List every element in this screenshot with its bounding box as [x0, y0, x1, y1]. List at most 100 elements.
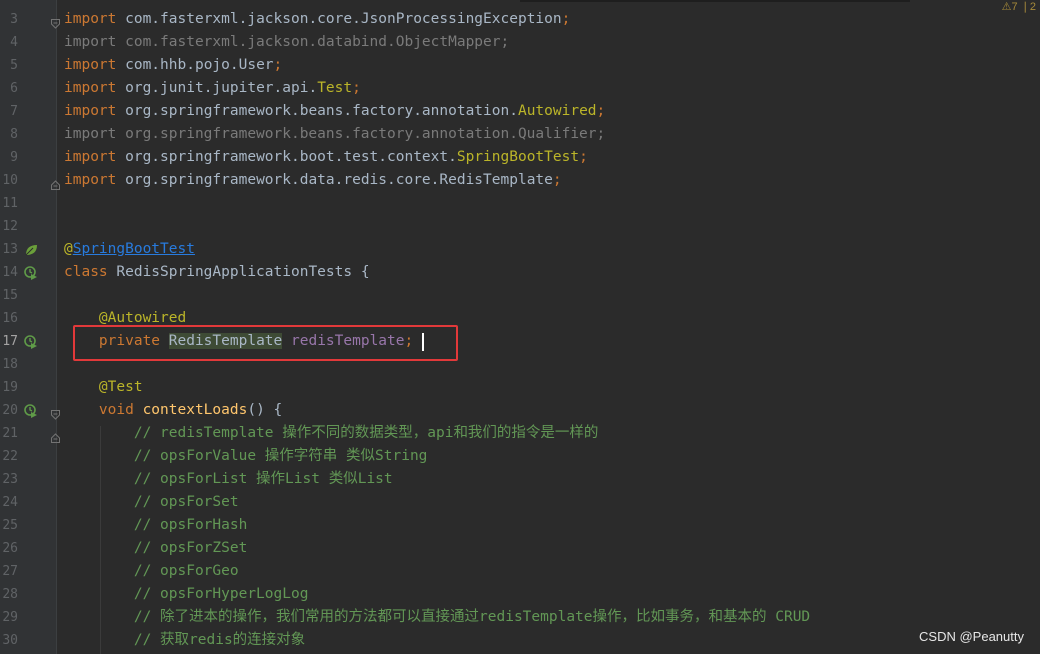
line-number[interactable]: 30 — [0, 629, 18, 652]
code-text[interactable]: import org.springframework.beans.factory… — [64, 100, 605, 123]
code-text[interactable]: import org.springframework.boot.test.con… — [64, 146, 588, 169]
line-number[interactable]: 14 — [0, 261, 18, 284]
token-kw: ; — [561, 11, 571, 27]
code-line[interactable]: 23 // opsForList 操作List 类似List — [0, 468, 1040, 491]
fold-close-icon[interactable] — [51, 428, 60, 443]
code-line[interactable]: 28 // opsForHyperLogLog — [0, 583, 1040, 606]
code-text[interactable]: // 获取redis的连接对象 — [64, 629, 305, 652]
line-number[interactable]: 17 — [0, 330, 18, 353]
code-line[interactable]: 12 — [0, 215, 1040, 238]
line-number[interactable]: 11 — [0, 192, 18, 215]
line-number[interactable]: 22 — [0, 445, 18, 468]
code-line[interactable]: 15 — [0, 284, 1040, 307]
code-line[interactable]: 24 // opsForSet — [0, 491, 1040, 514]
code-line[interactable]: 22 // opsForValue 操作字符串 类似String — [0, 445, 1040, 468]
line-number[interactable]: 24 — [0, 491, 18, 514]
code-text[interactable]: // 除了进本的操作，我们常用的方法都可以直接通过redisTemplate操作… — [64, 606, 810, 629]
code-line[interactable]: 26 // opsForZSet — [0, 537, 1040, 560]
line-number[interactable]: 7 — [0, 100, 18, 123]
code-text[interactable]: @SpringBootTest — [64, 238, 195, 261]
code-line[interactable]: 7 import org.springframework.beans.factor… — [0, 100, 1040, 123]
line-number[interactable]: 23 — [0, 468, 18, 491]
code-text[interactable]: class RedisSpringApplicationTests { — [64, 261, 370, 284]
code-editor[interactable]: 3 import com.fasterxml.jackson.core.JsonP… — [0, 0, 1040, 654]
code-text[interactable]: import com.fasterxml.jackson.core.JsonPr… — [64, 8, 570, 31]
run-icon[interactable] — [24, 265, 38, 280]
token-fn: contextLoads — [142, 402, 248, 418]
line-number[interactable]: 18 — [0, 353, 18, 376]
code-text[interactable]: // opsForHash — [64, 514, 248, 537]
code-text[interactable]: import org.springframework.beans.factory… — [64, 123, 605, 146]
line-number[interactable]: 13 — [0, 238, 18, 261]
code-line[interactable]: 27 // opsForGeo — [0, 560, 1040, 583]
code-text[interactable]: import org.springframework.data.redis.co… — [64, 169, 562, 192]
token-ann-link: SpringBootTest — [72, 241, 195, 257]
code-line[interactable]: 13 @SpringBootTest — [0, 238, 1040, 261]
token-kw: ; — [596, 103, 606, 119]
inspection-indicator[interactable]: ⚠7 ❘2 — [1002, 0, 1036, 13]
code-text[interactable]: // redisTemplate 操作不同的数据类型，api和我们的指令是一样的 — [64, 422, 599, 445]
token-kw: ; — [579, 149, 588, 165]
line-number[interactable]: 9 — [0, 146, 18, 169]
line-number[interactable]: 27 — [0, 560, 18, 583]
code-text[interactable]: // opsForHyperLogLog — [64, 583, 309, 606]
code-text[interactable]: void contextLoads() { — [64, 399, 282, 422]
line-number[interactable]: 25 — [0, 514, 18, 537]
fold-open-icon[interactable] — [51, 405, 60, 420]
token-text: com.fasterxml.jackson.core.JsonProcessin… — [116, 11, 562, 27]
code-text[interactable]: // opsForSet — [64, 491, 239, 514]
code-line[interactable]: 5 import com.hhb.pojo.User; — [0, 54, 1040, 77]
run-icon[interactable] — [24, 403, 38, 418]
code-text[interactable]: // opsForValue 操作字符串 类似String — [64, 445, 428, 468]
token-ann: @Autowired — [98, 310, 187, 326]
line-number[interactable]: 10 — [0, 169, 18, 192]
line-number[interactable]: 5 — [0, 54, 18, 77]
code-line[interactable]: 11 — [0, 192, 1040, 215]
line-number[interactable]: 6 — [0, 77, 18, 100]
token-cmt: // opsForValue 操作字符串 类似String — [133, 448, 428, 464]
code-line[interactable]: 20 void contextLoads() { — [0, 399, 1040, 422]
line-number[interactable]: 19 — [0, 376, 18, 399]
code-text[interactable]: // opsForGeo — [64, 560, 239, 583]
run-icon[interactable] — [24, 334, 38, 349]
code-text[interactable]: // opsForList 操作List 类似List — [64, 468, 393, 491]
token-cmt: // redisTemplate 操作不同的数据类型，api和我们的指令是一样的 — [133, 425, 599, 441]
line-number[interactable]: 16 — [0, 307, 18, 330]
code-line[interactable]: 29 // 除了进本的操作，我们常用的方法都可以直接通过redisTemplat… — [0, 606, 1040, 629]
token-cmt: // opsForSet — [133, 494, 239, 510]
code-text[interactable]: @Test — [64, 376, 143, 399]
code-line[interactable]: 8 import org.springframework.beans.factor… — [0, 123, 1040, 146]
code-line[interactable]: 6 import org.junit.jupiter.api.Test; — [0, 77, 1040, 100]
line-number[interactable]: 29 — [0, 606, 18, 629]
code-line[interactable]: 3 import com.fasterxml.jackson.core.JsonP… — [0, 8, 1040, 31]
line-number[interactable]: 21 — [0, 422, 18, 445]
code-text[interactable]: import org.junit.jupiter.api.Test; — [64, 77, 361, 100]
fold-open-icon[interactable] — [51, 14, 60, 29]
code-line[interactable]: 9 import org.springframework.boot.test.co… — [0, 146, 1040, 169]
line-number[interactable]: 28 — [0, 583, 18, 606]
code-line[interactable]: 25 // opsForHash — [0, 514, 1040, 537]
token-dim: import org.springframework.beans.factory… — [64, 126, 606, 142]
line-number[interactable]: 12 — [0, 215, 18, 238]
token-kw: ; — [552, 172, 562, 188]
code-text[interactable]: import com.fasterxml.jackson.databind.Ob… — [64, 31, 509, 54]
code-line[interactable]: 21 // redisTemplate 操作不同的数据类型，api和我们的指令是… — [0, 422, 1040, 445]
code-line[interactable]: 19 @Test — [0, 376, 1040, 399]
code-line[interactable]: 10 import org.springframework.data.redis.… — [0, 169, 1040, 192]
code-line[interactable]: 30 // 获取redis的连接对象 — [0, 629, 1040, 652]
line-number[interactable]: 15 — [0, 284, 18, 307]
code-text[interactable]: // opsForZSet — [64, 537, 248, 560]
fold-close-icon[interactable] — [51, 175, 60, 190]
line-number[interactable]: 4 — [0, 31, 18, 54]
line-number[interactable]: 8 — [0, 123, 18, 146]
code-text[interactable]: import com.hhb.pojo.User; — [64, 54, 282, 77]
line-number[interactable]: 3 — [0, 8, 18, 31]
code-line[interactable]: 4 import com.fasterxml.jackson.databind.O… — [0, 31, 1040, 54]
code-line[interactable]: 14 class RedisSpringApplicationTests { — [0, 261, 1040, 284]
line-number[interactable]: 20 — [0, 399, 18, 422]
line-number[interactable]: 26 — [0, 537, 18, 560]
token-kw: void — [98, 402, 134, 418]
